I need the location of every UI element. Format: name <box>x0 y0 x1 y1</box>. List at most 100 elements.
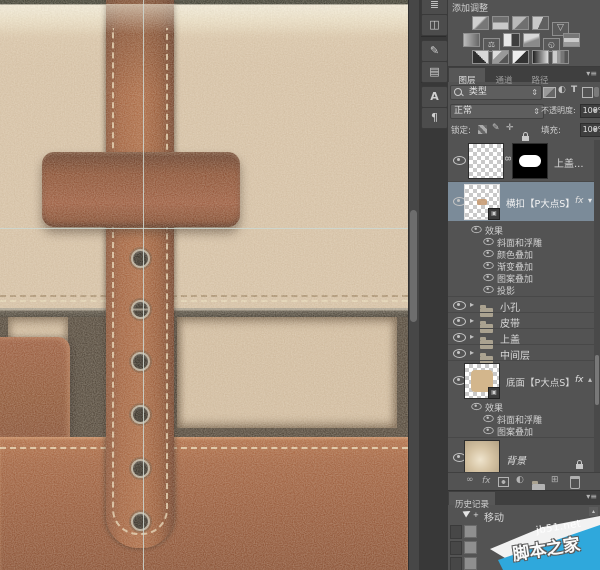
vertical-scrollbar-thumb[interactable] <box>410 210 417 322</box>
history-row[interactable] <box>448 524 600 539</box>
filter-kind-dropdown[interactable]: 类型 ⇕ <box>450 85 542 100</box>
photoshop-canvas[interactable] <box>0 0 408 570</box>
levels-icon[interactable] <box>492 16 509 30</box>
fill-dropdown-arrow[interactable]: ▾ <box>593 125 597 134</box>
invert-icon[interactable] <box>472 50 489 64</box>
selective-color-icon[interactable] <box>552 50 569 64</box>
effect-row-color-overlay[interactable]: 颜色叠加 <box>448 247 600 259</box>
layer-name[interactable]: 背景 <box>506 452 526 467</box>
layer-name[interactable]: 上盖... <box>554 155 584 170</box>
effect-row-pattern-overlay[interactable]: 图案叠加 <box>448 424 600 436</box>
mask-link-icon[interactable]: 8 <box>503 156 512 161</box>
layer-row-buckle-selected[interactable]: ▣ 横扣【P大点S】 fx ▾ <box>448 182 600 221</box>
effect-row-drop-shadow[interactable]: 投影 <box>448 283 600 295</box>
visibility-eye-icon[interactable] <box>483 238 493 245</box>
group-expand-arrow[interactable]: ▸ <box>470 348 474 357</box>
gradient-map-icon[interactable] <box>532 50 549 64</box>
effect-row-bevel[interactable]: 斜面和浮雕 <box>448 412 600 424</box>
history-source-well[interactable] <box>450 557 462 570</box>
layer-thumbnail[interactable] <box>464 440 500 476</box>
smart-object-filter-icon[interactable] <box>594 87 599 97</box>
new-layer-icon[interactable]: ⊞ <box>551 475 559 485</box>
visibility-eye-icon[interactable] <box>453 317 466 326</box>
group-expand-arrow[interactable]: ▸ <box>470 316 474 325</box>
visibility-eye-icon[interactable] <box>471 226 481 233</box>
pixel-filter-icon[interactable] <box>543 87 556 98</box>
hue-saturation-icon[interactable] <box>463 33 480 47</box>
brightness-contrast-icon[interactable] <box>472 16 489 30</box>
visibility-eye-icon[interactable] <box>483 274 493 281</box>
add-layer-mask-icon[interactable] <box>498 477 509 487</box>
photo-filter-icon[interactable] <box>523 33 540 47</box>
effects-header-row[interactable]: 效果 <box>448 223 600 235</box>
tab-channels[interactable]: 通道 <box>487 68 521 82</box>
group-row-holes[interactable]: ▸ 小孔 <box>448 296 600 312</box>
visibility-eye-icon[interactable] <box>453 301 466 310</box>
effects-header-row[interactable]: 效果 <box>448 400 600 412</box>
panel-menu-icon[interactable]: ▾≡ <box>586 492 597 501</box>
brush-presets-panel-icon[interactable]: ▤ <box>421 61 448 83</box>
styles-panel-icon[interactable]: ◫ <box>421 14 448 36</box>
link-layers-icon[interactable]: ∞ <box>466 475 474 485</box>
new-adjustment-layer-icon[interactable]: ◐ <box>516 475 524 485</box>
group-row-top-cover[interactable]: ▸ 上盖 <box>448 328 600 344</box>
visibility-eye-icon[interactable] <box>453 333 466 342</box>
visibility-eye-icon[interactable] <box>483 286 493 293</box>
layers-scrollbar-track[interactable] <box>594 140 600 489</box>
fx-indicator[interactable]: fx <box>575 375 584 385</box>
lock-move-icon[interactable]: ✛ <box>506 123 514 133</box>
visibility-eye-icon[interactable] <box>453 156 466 165</box>
layer-thumbnail[interactable] <box>468 143 504 179</box>
history-state-label[interactable]: 移动 <box>484 509 504 524</box>
blend-mode-dropdown[interactable]: 正常 ⇕ <box>450 104 544 119</box>
layer-row-background[interactable]: 背景 <box>448 437 600 476</box>
fx-indicator[interactable]: fx <box>575 196 584 206</box>
opacity-dropdown-arrow[interactable]: ▾ <box>593 106 597 115</box>
black-white-icon[interactable] <box>503 33 520 47</box>
layer-style-fx-icon[interactable]: fx <box>482 476 491 486</box>
visibility-eye-icon[interactable] <box>471 403 481 410</box>
history-source-well[interactable] <box>450 525 462 539</box>
layer-thumbnail[interactable]: ▣ <box>464 363 500 399</box>
paragraph-panel-icon[interactable]: ¶ <box>421 107 448 129</box>
history-row[interactable] <box>448 556 600 570</box>
brush-panel-icon[interactable]: ✎ <box>421 40 448 62</box>
group-row-middle-layer[interactable]: ▸ 中间层 <box>448 344 600 360</box>
visibility-eye-icon[interactable] <box>483 427 493 434</box>
lock-transparent-icon[interactable] <box>478 125 487 134</box>
layer-thumbnail[interactable]: ▣ <box>464 184 500 220</box>
visibility-eye-icon[interactable] <box>483 250 493 257</box>
tab-paths[interactable]: 路径 <box>523 68 557 82</box>
tab-history[interactable]: 历史记录 <box>449 492 495 505</box>
layer-mask-thumbnail[interactable] <box>512 143 548 179</box>
collapse-effects-chevron[interactable]: ▾ <box>588 196 592 205</box>
curves-icon[interactable] <box>512 16 529 30</box>
tab-layers[interactable]: 图层 <box>449 68 485 82</box>
effect-row-pattern-overlay[interactable]: 图案叠加 <box>448 271 600 283</box>
collapse-effects-chevron[interactable]: ▴ <box>588 375 592 384</box>
effect-row-bevel[interactable]: 斜面和浮雕 <box>448 235 600 247</box>
group-row-belt[interactable]: ▸ 皮带 <box>448 312 600 328</box>
visibility-eye-icon[interactable] <box>483 415 493 422</box>
layer-row-top-cover[interactable]: 8 上盖... <box>448 140 600 182</box>
shape-filter-icon[interactable] <box>582 87 593 98</box>
layer-name[interactable]: 底面【P大点S】 <box>506 375 575 389</box>
adjustment-filter-icon[interactable]: ◐ <box>558 85 566 95</box>
layer-name[interactable]: 横扣【P大点S】 <box>506 196 575 210</box>
history-scroll-up[interactable]: ▴ <box>589 507 598 516</box>
layers-scrollbar-thumb[interactable] <box>595 355 599 405</box>
type-filter-icon[interactable]: T <box>571 85 577 95</box>
visibility-eye-icon[interactable] <box>483 262 493 269</box>
group-expand-arrow[interactable]: ▸ <box>470 332 474 341</box>
visibility-eye-icon[interactable] <box>453 349 466 358</box>
color-lookup-icon[interactable] <box>563 33 580 47</box>
panel-menu-icon[interactable]: ▾≡ <box>586 69 597 78</box>
history-row-move[interactable]: ▶ + 移动 ▴ <box>448 507 600 522</box>
threshold-icon[interactable] <box>512 50 529 64</box>
effect-row-gradient-overlay[interactable]: 渐变叠加 <box>448 259 600 271</box>
group-expand-arrow[interactable]: ▸ <box>470 300 474 309</box>
lock-paint-icon[interactable]: ✎ <box>492 123 500 133</box>
layer-row-bottom-face[interactable]: ▣ 底面【P大点S】 fx ▴ <box>448 360 600 400</box>
exposure-icon[interactable] <box>532 16 549 30</box>
posterize-icon[interactable] <box>492 50 509 64</box>
